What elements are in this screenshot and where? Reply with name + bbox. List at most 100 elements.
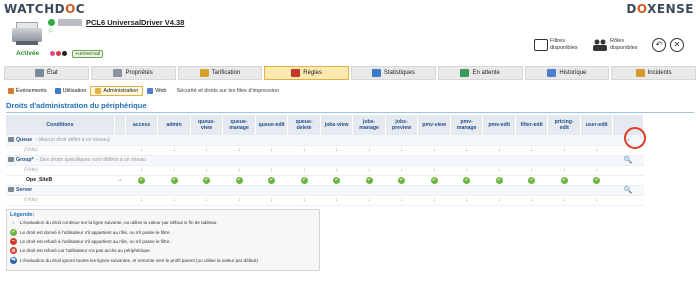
right-cell[interactable]: ↓ [287,195,321,206]
right-cell[interactable]: ✓ [385,175,418,186]
right-cell[interactable]: ✓ [222,175,256,186]
check-icon: ✓ [333,176,341,184]
right-cell[interactable]: ↓ [352,195,386,206]
check-icon: ✓ [137,176,145,184]
right-cell[interactable]: ✓ [450,175,483,186]
right-cell[interactable]: ↓ [352,145,386,156]
right-cell[interactable]: ↓ [580,145,613,156]
right-cell[interactable]: ↓ [352,165,386,176]
right-cell[interactable]: ↓ [482,145,516,156]
row-label-text[interactable]: Queue [16,137,32,143]
right-cell[interactable]: ↓ [157,165,191,176]
right-cell[interactable]: ↓ [417,165,451,176]
tab-historique[interactable]: Historique [524,66,610,80]
right-cell[interactable]: ↓ [125,195,158,206]
right-cell[interactable]: ↓ [450,145,483,156]
right-cell[interactable]: ✓ [287,175,321,186]
right-cell[interactable]: ↓ [125,145,158,156]
right-cell[interactable]: ✓ [547,175,581,186]
roles-button[interactable]: Rôles disponibles [592,36,648,56]
row-label-text[interactable]: Group* [16,157,34,163]
right-cell[interactable]: ↓ [482,195,516,206]
col-header-jobs-preview: jobs-preview [385,115,419,135]
down-arrow-icon: ↓ [270,197,274,203]
subtab-administration[interactable]: Administration [90,86,144,96]
search-icon[interactable]: 🔍 [624,187,633,194]
admin-icon [95,88,102,94]
right-cell[interactable]: ↓ [287,165,321,176]
right-cell[interactable]: ↓ [255,195,288,206]
col-header-text: jobs-view [324,122,349,128]
doxense-logo: DOXENSE [626,2,694,16]
search-icon[interactable]: 🔍 [624,157,633,164]
user-row-label[interactable]: Ope_SiteB [6,175,115,186]
subtab-web[interactable]: Web [143,86,170,96]
down-arrow-icon: ↓ [595,167,599,173]
right-cell[interactable]: ↓ [222,145,256,156]
right-cell[interactable]: ↓ [287,145,321,156]
right-cell[interactable]: ✓ [190,175,223,186]
right-cell[interactable]: ↓ [222,195,256,206]
legend-text: Le droit est donné à l'utilisateur s'il … [20,229,171,235]
right-cell[interactable]: ↓ [547,145,581,156]
right-cell[interactable]: ↓ [320,195,353,206]
tab-statistiques[interactable]: Statistiques [351,66,436,80]
right-cell[interactable]: ↓ [482,165,516,176]
right-cell[interactable]: ↓ [450,195,483,206]
printer-icon [113,69,123,77]
right-cell[interactable]: ↓ [580,195,613,206]
right-cell[interactable]: ✓ [482,175,516,186]
tab-en-attente[interactable]: En attente [437,66,523,80]
right-cell[interactable]: ↓ [255,165,288,176]
legend-text: L'évaluation du droit ignore toutes les … [20,257,258,263]
right-cell[interactable]: ✓ [320,175,353,186]
right-cell[interactable]: ↓ [190,195,223,206]
right-cell[interactable]: ↓ [320,165,353,176]
right-cell[interactable]: ↓ [515,165,548,176]
right-cell[interactable]: ✓ [580,175,613,186]
down-arrow-icon: ↓ [530,147,534,153]
filters-button[interactable]: Filtres disponibles [534,36,590,56]
close-button[interactable]: ✕ [670,38,684,52]
right-cell[interactable]: ↓ [255,145,288,156]
down-arrow-icon: ↓ [139,197,143,203]
right-cell[interactable]: ↓ [417,145,451,156]
right-cell[interactable]: ↓ [515,145,548,156]
row-label-text[interactable]: Server [16,187,32,193]
right-cell[interactable]: ↓ [385,195,418,206]
tab-incidents[interactable]: Incidents [611,66,696,80]
down-arrow-icon: ↓ [172,147,176,153]
right-cell[interactable]: ↓ [320,145,353,156]
subtab--v-nements[interactable]: Événements [4,86,51,96]
right-cell[interactable]: ↓ [450,165,483,176]
right-cell[interactable]: ↓ [385,165,418,176]
back-button[interactable]: ↶ [652,38,666,52]
tab--tat[interactable]: État [4,66,89,80]
tab-propri-t-s[interactable]: Propriétés [90,66,176,80]
right-cell[interactable]: ↓ [515,195,548,206]
right-cell[interactable]: ✓ [515,175,548,186]
web-icon [147,88,154,94]
down-arrow-icon: ↓ [172,197,176,203]
right-cell[interactable]: ↓ [190,145,223,156]
right-cell[interactable]: ↓ [547,195,581,206]
right-cell[interactable]: ✓ [125,175,158,186]
right-cell[interactable]: ↓ [417,195,451,206]
right-cell[interactable]: ✓ [157,175,191,186]
down-arrow-icon: ↓ [367,197,371,203]
right-cell[interactable]: ↓ [157,145,191,156]
right-cell[interactable]: ✓ [352,175,386,186]
right-cell[interactable]: ✓ [255,175,288,186]
subtab-utilisation[interactable]: Utilisation [51,86,91,96]
tab-tarification[interactable]: Tarification [177,66,263,80]
right-cell[interactable]: ↓ [125,165,158,176]
right-cell[interactable]: ↓ [157,195,191,206]
right-cell[interactable]: ↓ [190,165,223,176]
right-cell[interactable]: ↓ [385,145,418,156]
tab-r-gles[interactable]: Règles [264,66,349,80]
right-cell[interactable]: ↓ [222,165,256,176]
device-name-link[interactable]: PCL6 UniversalDriver V4.38 [86,18,184,27]
right-cell[interactable]: ↓ [580,165,613,176]
right-cell[interactable]: ↓ [547,165,581,176]
right-cell[interactable]: ✓ [417,175,451,186]
